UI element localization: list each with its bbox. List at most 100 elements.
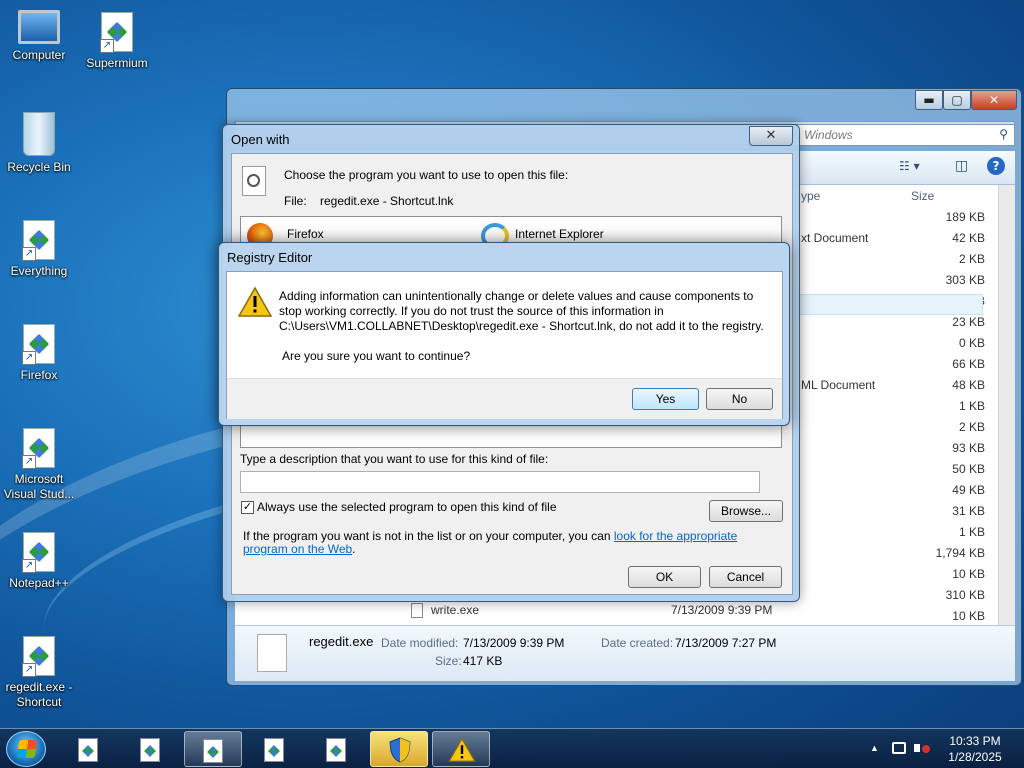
taskbar-item-regedit-warning[interactable] — [432, 731, 490, 767]
magnifier-icon — [247, 174, 260, 187]
date-modified-value: 7/13/2009 9:39 PM — [463, 636, 565, 650]
browse-button[interactable]: Browse... — [709, 500, 783, 522]
shortcut-file-icon — [22, 636, 55, 677]
close-button[interactable]: ✕ — [971, 90, 1017, 110]
hint-text: If the program you want is not in the li… — [243, 530, 783, 556]
shortcut-file-icon — [22, 532, 55, 573]
maximize-icon: ▢ — [951, 93, 963, 107]
help-icon[interactable]: ? — [987, 157, 1005, 175]
system-clock[interactable]: 10:33 PM 1/28/2025 — [940, 733, 1010, 765]
maximize-button[interactable]: ▢ — [943, 90, 971, 110]
clock-time: 10:33 PM — [949, 734, 1001, 748]
dialog-title: Registry Editor — [227, 250, 313, 265]
desktop-icon-label: Computer — [12, 48, 66, 62]
table-row-selected[interactable] — [795, 294, 983, 315]
clock-date: 1/28/2025 — [948, 750, 1002, 764]
column-header-size[interactable]: Size — [911, 189, 934, 203]
ok-button[interactable]: OK — [628, 566, 701, 588]
hint-text-end: . — [352, 542, 356, 556]
warning-icon — [448, 738, 476, 762]
desktop-icon-visual-studio[interactable]: Microsoft Visual Stud... — [0, 428, 78, 502]
desktop-icon-recycle-bin[interactable]: Recycle Bin — [0, 112, 78, 175]
shortcut-file-icon — [203, 739, 223, 763]
minimize-button[interactable]: ▬ — [915, 90, 943, 110]
column-header-type[interactable]: ype — [801, 189, 820, 203]
file-size-cell: 50 KB — [952, 462, 985, 476]
preview-pane-icon[interactable]: ◫ — [955, 158, 968, 174]
shortcut-file-icon — [22, 428, 55, 469]
dialog-body: Adding information can unintentionally c… — [226, 271, 783, 419]
shortcut-file-icon — [22, 220, 55, 261]
file-size-cell: 23 KB — [952, 315, 985, 329]
warning-icon — [238, 287, 272, 317]
file-size-cell: 303 KB — [945, 273, 985, 287]
cancel-button[interactable]: Cancel — [709, 566, 782, 588]
desktop-icon-computer[interactable]: Computer — [0, 10, 78, 63]
views-button[interactable]: ☷ ▾ — [899, 159, 920, 173]
instruction-text: Choose the program you want to use to op… — [284, 168, 569, 182]
file-name-cell[interactable]: write.exe — [431, 603, 479, 617]
file-size-cell: 0 KB — [958, 336, 985, 350]
start-button[interactable] — [6, 731, 46, 767]
desktop-icon-firefox[interactable]: Firefox — [0, 324, 78, 383]
network-icon[interactable] — [892, 742, 906, 754]
taskbar-item[interactable] — [122, 731, 180, 767]
volume-muted-icon[interactable] — [914, 741, 930, 755]
taskbar-item[interactable] — [60, 731, 118, 767]
desktop-icon-regedit-shortcut[interactable]: regedit.exe - Shortcut — [0, 636, 78, 710]
uac-shield-icon — [389, 737, 411, 763]
confirm-question: Are you sure you want to continue? — [282, 349, 471, 363]
desktop-icon-label: Firefox — [20, 368, 58, 382]
no-button[interactable]: No — [706, 388, 773, 410]
taskbar-item-uac[interactable] — [370, 731, 428, 767]
taskbar-item[interactable] — [246, 731, 304, 767]
shortcut-file-icon — [78, 738, 98, 762]
date-created-label: Date created: — [601, 636, 674, 650]
search-input[interactable]: rch Windows ⚲ — [777, 124, 1015, 146]
file-size-cell: 2 KB — [958, 252, 985, 266]
registry-editor-dialog[interactable]: Registry Editor Adding information can u… — [218, 242, 790, 426]
dialog-title: Open with — [231, 132, 290, 147]
file-icon — [242, 166, 266, 196]
desktop-icon-label: Recycle Bin — [7, 160, 71, 174]
search-icon[interactable]: ⚲ — [999, 127, 1008, 141]
desktop-icon-supermium[interactable]: Supermium — [78, 12, 156, 71]
always-use-checkbox[interactable]: ✓ — [241, 501, 254, 514]
close-button[interactable]: ✕ — [749, 126, 793, 146]
shortcut-file-icon — [100, 12, 133, 53]
file-size-cell: 310 KB — [945, 588, 985, 602]
shortcut-file-icon — [264, 738, 284, 762]
always-use-label[interactable]: Always use the selected program to open … — [257, 500, 557, 514]
desktop-icon-label: Notepad++ — [9, 576, 69, 590]
date-modified-label: Date modified: — [381, 636, 459, 650]
shortcut-file-icon — [22, 324, 55, 365]
yes-button[interactable]: Yes — [632, 388, 699, 410]
program-label[interactable]: Internet Explorer — [515, 227, 604, 241]
description-input[interactable] — [240, 471, 760, 493]
table-row[interactable] — [795, 378, 995, 399]
shortcut-file-icon — [326, 738, 346, 762]
file-size-cell: 10 KB — [952, 609, 985, 623]
date-created-value: 7/13/2009 7:27 PM — [675, 636, 777, 650]
computer-icon — [18, 10, 60, 44]
desktop-icon-label: Microsoft Visual Stud... — [3, 472, 75, 501]
hint-text-start: If the program you want is not in the li… — [243, 529, 614, 543]
size-label: Size: — [435, 654, 462, 668]
desktop-icon-notepad-plus-plus[interactable]: Notepad++ — [0, 532, 78, 591]
file-date-cell: 7/13/2009 9:39 PM — [671, 603, 773, 617]
taskbar-item[interactable] — [308, 731, 366, 767]
taskbar-item-active[interactable] — [184, 731, 242, 767]
file-size-cell: 1 KB — [958, 525, 985, 539]
file-size-cell: 10 KB — [952, 567, 985, 581]
file-size-cell: 2 KB — [958, 420, 985, 434]
taskbar: ▲ 10:33 PM 1/28/2025 — [0, 728, 1024, 768]
desktop-icon-everything[interactable]: Everything — [0, 220, 78, 279]
file-icon — [257, 634, 287, 672]
minimize-icon: ▬ — [923, 93, 935, 107]
show-hidden-icons-button[interactable]: ▲ — [870, 743, 879, 753]
vertical-scrollbar[interactable] — [998, 185, 1015, 625]
checkmark-icon: ✓ — [242, 501, 253, 513]
file-type-cell: xt Document — [801, 231, 869, 245]
file-size-cell: 1 KB — [958, 399, 985, 413]
program-label[interactable]: Firefox — [287, 227, 324, 241]
